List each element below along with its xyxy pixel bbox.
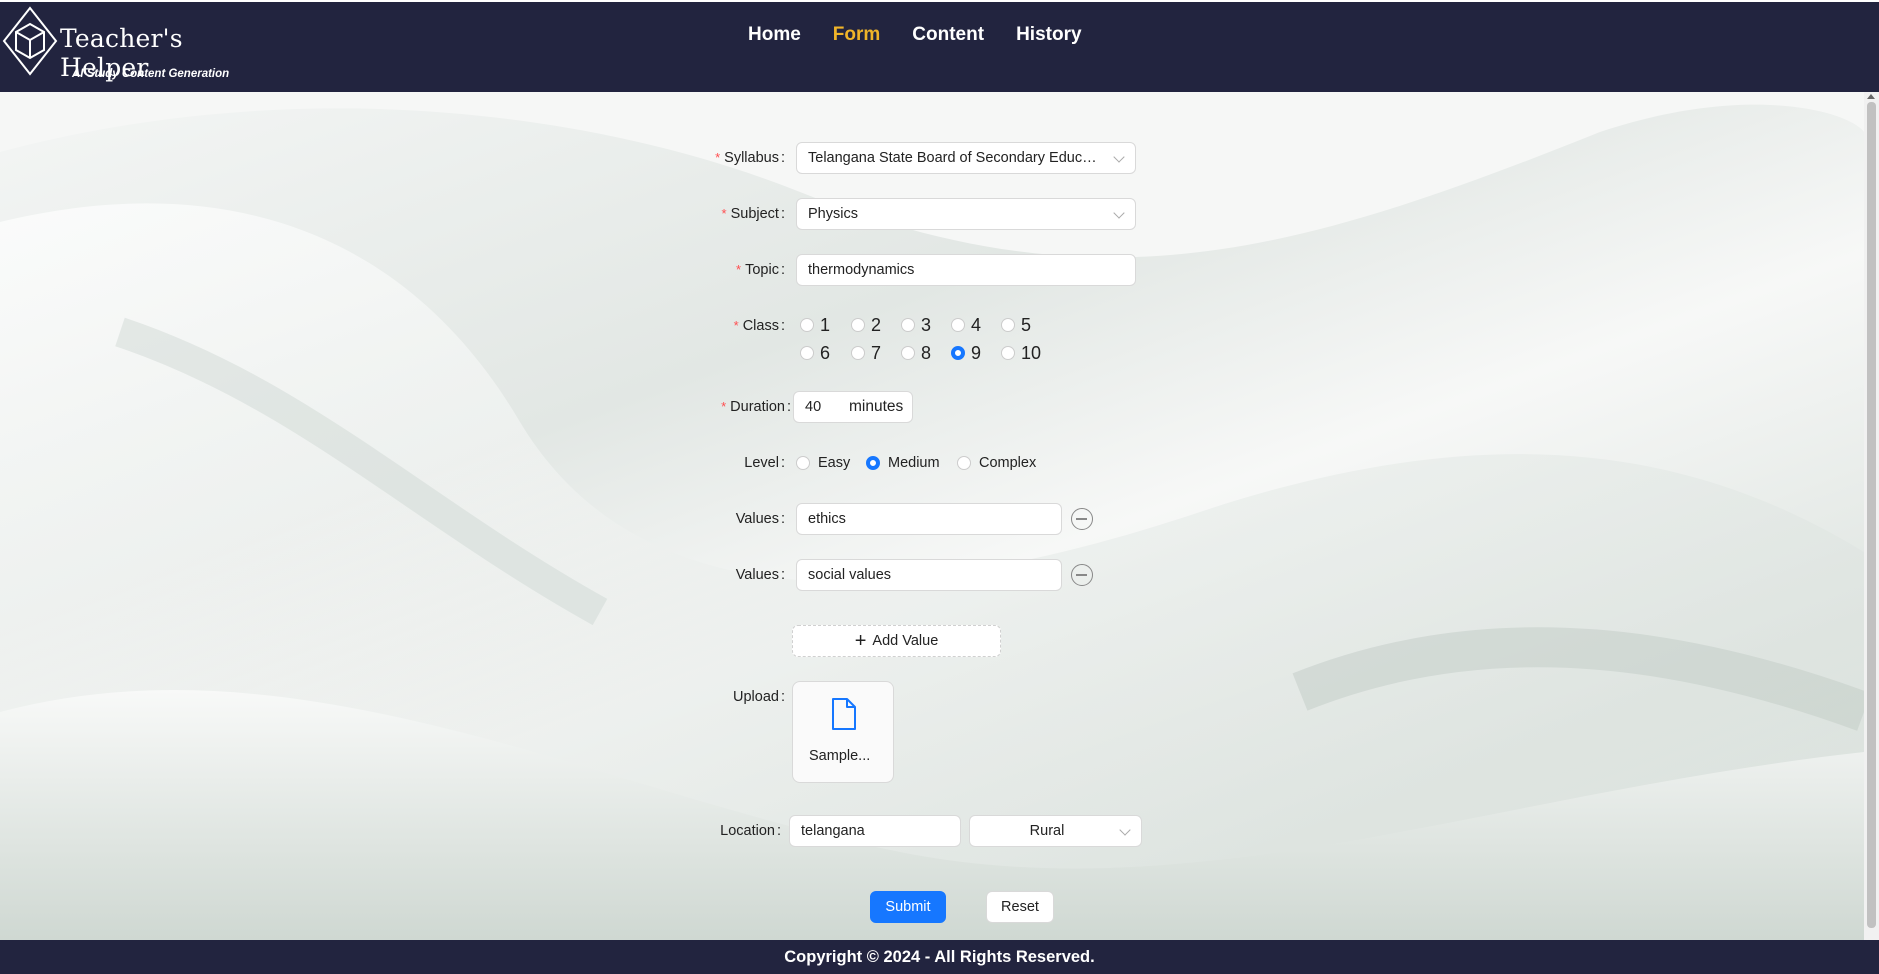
class-label: * Class: <box>733 318 785 334</box>
values-label: Values: <box>735 567 785 583</box>
file-icon <box>832 698 856 730</box>
level-option-medium[interactable]: Medium <box>866 455 940 471</box>
level-option-complex[interactable]: Complex <box>957 455 1036 471</box>
level-option-easy[interactable]: Easy <box>796 455 850 471</box>
values-row-2: Values: social values <box>0 559 1879 591</box>
nav-history[interactable]: History <box>1016 24 1081 46</box>
class-option-1[interactable]: 1 <box>800 314 830 336</box>
class-option-6[interactable]: 6 <box>800 342 830 364</box>
copyright-text: Copyright © 2024 - All Rights Reserved. <box>784 948 1095 966</box>
level-row: Level: Easy Medium Complex <box>0 447 1879 479</box>
class-option-5[interactable]: 5 <box>1001 314 1031 336</box>
syllabus-row: * Syllabus: Telangana State Board of Seco… <box>0 142 1879 174</box>
scroll-up-arrow-icon[interactable] <box>1867 94 1875 99</box>
main-nav: Home Form Content History <box>748 24 1082 46</box>
cube-logo-icon <box>2 6 58 76</box>
nav-content[interactable]: Content <box>912 24 984 46</box>
upload-row: Upload: Sample... <box>0 681 1879 783</box>
topic-row: * Topic: thermodynamics <box>0 254 1879 286</box>
duration-input[interactable]: 40 minutes <box>793 391 913 423</box>
class-option-4[interactable]: 4 <box>951 314 981 336</box>
duration-label: * Duration: <box>721 399 791 415</box>
plus-icon: + <box>854 630 867 652</box>
duration-row: * Duration: 40 minutes <box>0 391 1879 423</box>
class-option-2[interactable]: 2 <box>851 314 881 336</box>
nav-form[interactable]: Form <box>833 24 881 46</box>
remove-value-icon[interactable] <box>1071 564 1093 586</box>
area-type-select[interactable]: Rural <box>969 815 1142 847</box>
values-input-1[interactable]: ethics <box>796 503 1062 535</box>
footer: Copyright © 2024 - All Rights Reserved. <box>0 940 1879 974</box>
submit-button[interactable]: Submit <box>870 891 946 923</box>
class-option-8[interactable]: 8 <box>901 342 931 364</box>
values-label: Values: <box>735 511 785 527</box>
actions-row: Submit Reset <box>0 891 1879 923</box>
values-row-1: Values: ethics <box>0 503 1879 535</box>
logo-subtitle: AI Study Content Generation <box>72 68 230 80</box>
uploaded-file-card[interactable]: Sample... <box>792 681 894 783</box>
uploaded-file-name: Sample... <box>809 748 871 764</box>
topic-input[interactable]: thermodynamics <box>796 254 1136 286</box>
location-label: Location: <box>720 823 781 839</box>
subject-select[interactable]: Physics <box>796 198 1136 230</box>
level-label: Level: <box>744 455 785 471</box>
chevron-down-icon <box>1113 151 1125 163</box>
app-header: Teacher's Helper AI Study Content Genera… <box>0 0 1879 92</box>
class-option-3[interactable]: 3 <box>901 314 931 336</box>
nav-home[interactable]: Home <box>748 24 801 46</box>
location-input[interactable]: telangana <box>789 815 961 847</box>
reset-button[interactable]: Reset <box>986 891 1054 923</box>
class-option-7[interactable]: 7 <box>851 342 881 364</box>
upload-label: Upload: <box>733 689 785 705</box>
syllabus-label: * Syllabus: <box>715 150 785 166</box>
class-option-9[interactable]: 9 <box>951 342 981 364</box>
class-option-10[interactable]: 10 <box>1001 342 1041 364</box>
subject-row: * Subject: Physics <box>0 198 1879 230</box>
subject-label: * Subject: <box>721 206 785 222</box>
topic-label: * Topic: <box>736 262 785 278</box>
location-row: Location: telangana Rural <box>0 815 1879 847</box>
values-input-2[interactable]: social values <box>796 559 1062 591</box>
class-row: * Class: 1 2 3 4 5 6 7 8 9 10 <box>0 310 1879 366</box>
syllabus-select[interactable]: Telangana State Board of Secondary Educa… <box>796 142 1136 174</box>
chevron-down-icon <box>1113 207 1125 219</box>
duration-unit: minutes <box>849 398 904 415</box>
add-value-button[interactable]: + Add Value <box>792 625 1001 657</box>
add-value-row: + Add Value <box>0 625 1879 657</box>
logo[interactable]: Teacher's Helper AI Study Content Genera… <box>2 6 262 86</box>
remove-value-icon[interactable] <box>1071 508 1093 530</box>
chevron-down-icon <box>1119 824 1131 836</box>
